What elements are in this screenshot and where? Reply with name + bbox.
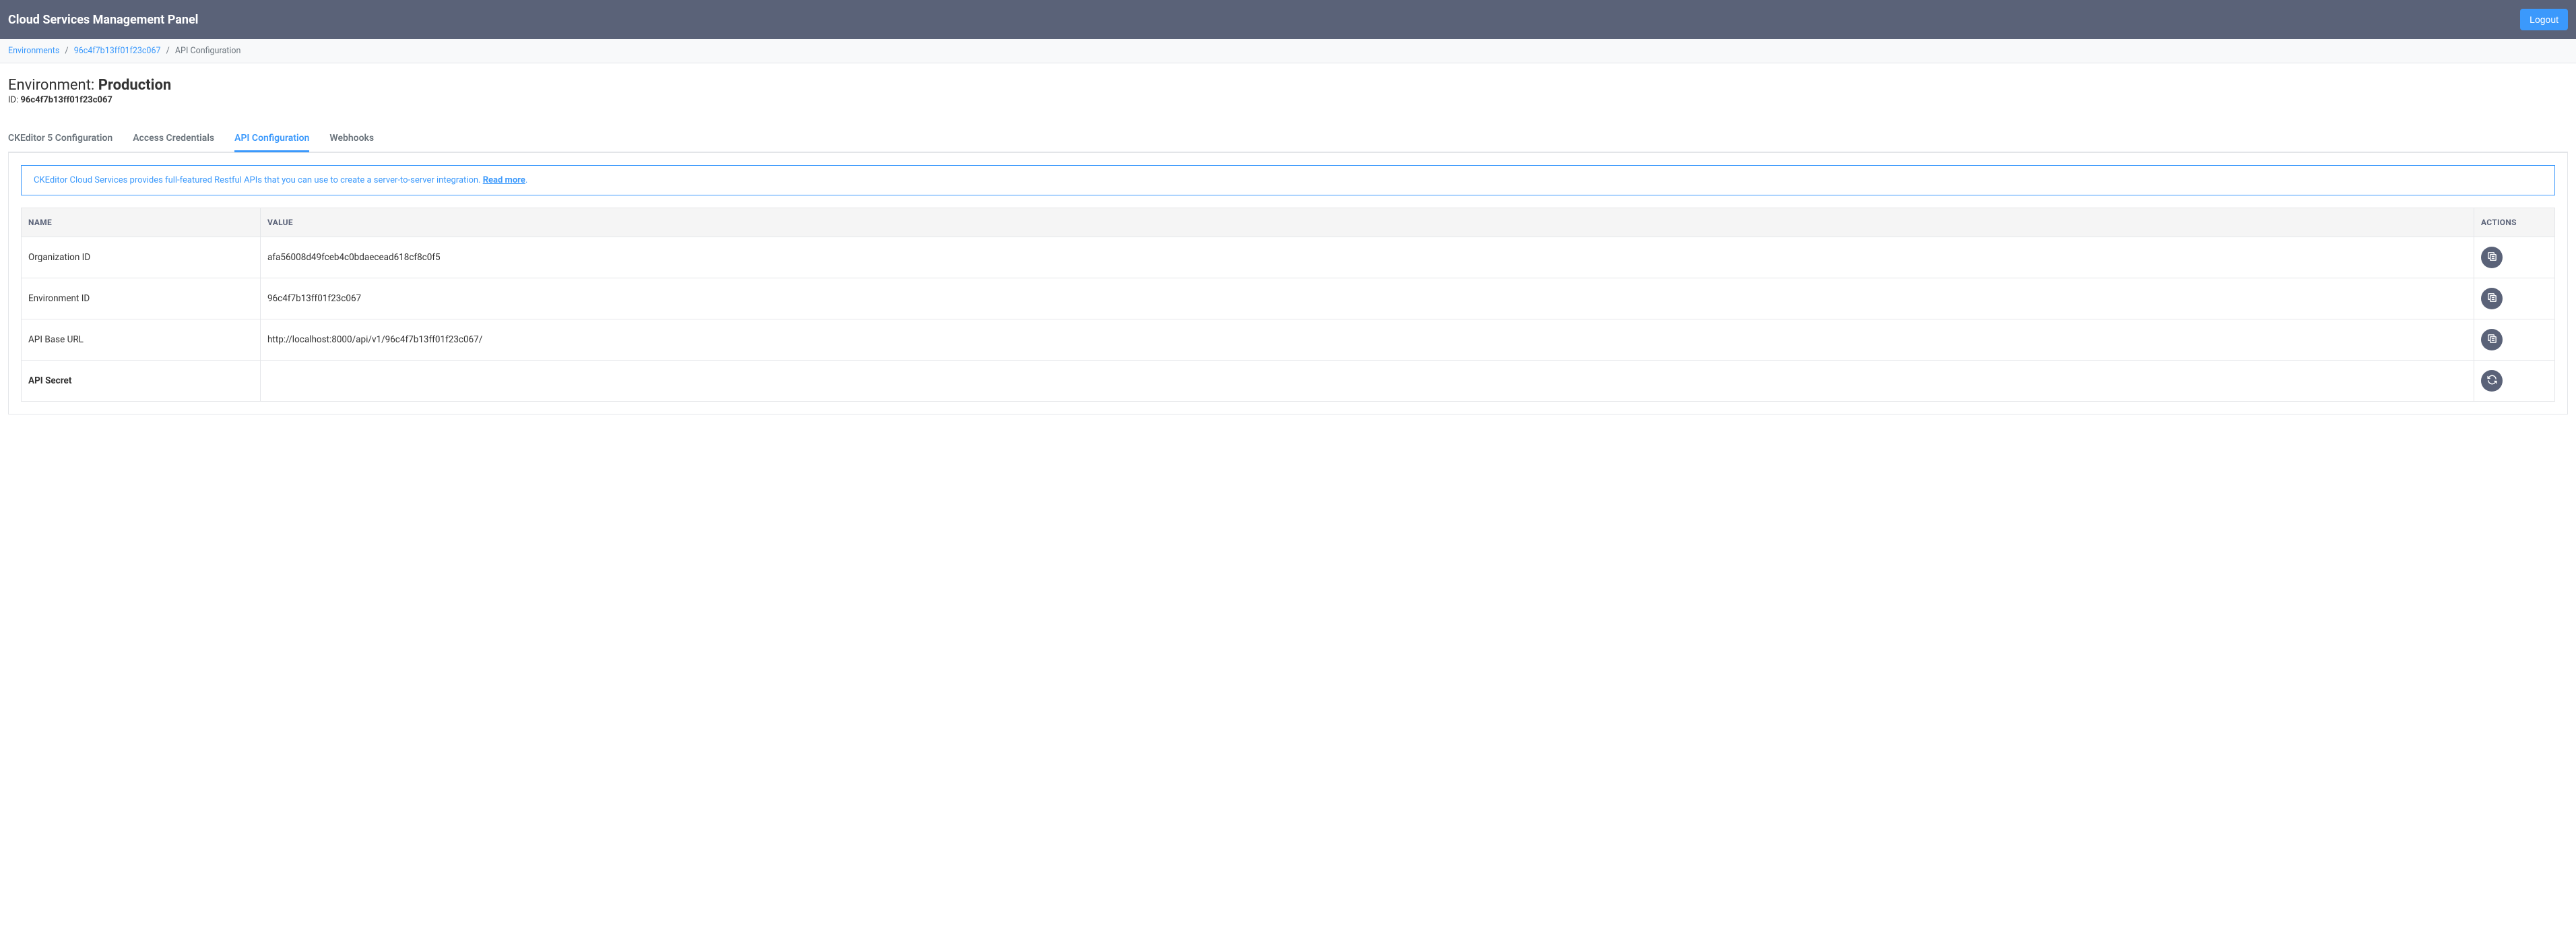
app-title: Cloud Services Management Panel — [8, 13, 198, 27]
breadcrumb-environments[interactable]: Environments — [8, 46, 59, 56]
env-name: Production — [98, 77, 172, 94]
breadcrumb: Environments / 96c4f7b13ff01f23c067 / AP… — [0, 39, 2576, 63]
table-row: Environment ID 96c4f7b13ff01f23c067 — [22, 278, 2555, 319]
breadcrumb-env-id[interactable]: 96c4f7b13ff01f23c067 — [74, 46, 161, 56]
top-header: Cloud Services Management Panel Logout — [0, 0, 2576, 39]
row-value — [261, 361, 2474, 402]
row-actions — [2474, 237, 2555, 278]
page-title: Environment: Production — [8, 77, 2568, 94]
info-banner: CKEditor Cloud Services provides full-fe… — [21, 165, 2555, 195]
logout-button[interactable]: Logout — [2520, 9, 2568, 30]
copy-icon — [2486, 292, 2498, 305]
env-id-line: ID: 96c4f7b13ff01f23c067 — [8, 95, 2568, 105]
tab-access-credentials[interactable]: Access Credentials — [133, 126, 214, 152]
breadcrumb-separator: / — [65, 46, 68, 56]
row-actions — [2474, 319, 2555, 361]
info-banner-suffix: . — [525, 175, 527, 185]
col-name: NAME — [22, 208, 261, 237]
tab-api-configuration[interactable]: API Configuration — [234, 126, 309, 152]
tab-content: CKEditor Cloud Services provides full-fe… — [8, 152, 2568, 414]
api-config-table: NAME VALUE ACTIONS Organization ID afa56… — [21, 208, 2555, 402]
table-row: API Secret — [22, 361, 2555, 402]
row-name: API Base URL — [22, 319, 261, 361]
row-value: http://localhost:8000/api/v1/96c4f7b13ff… — [261, 319, 2474, 361]
copy-icon — [2486, 251, 2498, 264]
row-actions — [2474, 278, 2555, 319]
row-value: 96c4f7b13ff01f23c067 — [261, 278, 2474, 319]
table-row: Organization ID afa56008d49fceb4c0bdaece… — [22, 237, 2555, 278]
copy-button[interactable] — [2481, 288, 2503, 309]
table-row: API Base URL http://localhost:8000/api/v… — [22, 319, 2555, 361]
tabs: CKEditor 5 Configuration Access Credenti… — [8, 125, 2568, 152]
copy-icon — [2486, 333, 2498, 346]
refresh-button[interactable] — [2481, 370, 2503, 392]
row-name: Organization ID — [22, 237, 261, 278]
env-id-value: 96c4f7b13ff01f23c067 — [20, 95, 112, 105]
read-more-link[interactable]: Read more — [483, 175, 525, 185]
row-value: afa56008d49fceb4c0bdaecead618cf8c0f5 — [261, 237, 2474, 278]
breadcrumb-current: API Configuration — [175, 46, 241, 56]
env-prefix: Environment: — [8, 77, 98, 94]
row-actions — [2474, 361, 2555, 402]
main-content: Environment: Production ID: 96c4f7b13ff0… — [0, 63, 2576, 428]
row-name: Environment ID — [22, 278, 261, 319]
tab-webhooks[interactable]: Webhooks — [329, 126, 374, 152]
row-name: API Secret — [22, 361, 261, 402]
col-actions: ACTIONS — [2474, 208, 2555, 237]
col-value: VALUE — [261, 208, 2474, 237]
env-id-prefix: ID: — [8, 95, 20, 105]
breadcrumb-separator: / — [166, 46, 170, 56]
copy-button[interactable] — [2481, 329, 2503, 350]
tab-ckeditor5-config[interactable]: CKEditor 5 Configuration — [8, 126, 112, 152]
refresh-icon — [2486, 374, 2498, 388]
info-banner-text: CKEditor Cloud Services provides full-fe… — [34, 175, 483, 185]
copy-button[interactable] — [2481, 247, 2503, 268]
